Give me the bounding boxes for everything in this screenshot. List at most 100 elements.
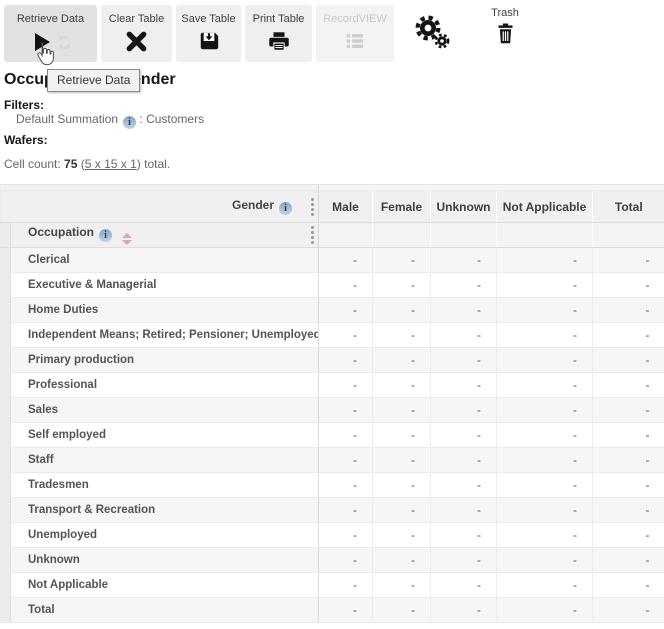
info-icon[interactable]: i — [99, 229, 112, 242]
data-cell[interactable]: - — [319, 273, 373, 298]
data-cell[interactable]: - — [319, 348, 373, 373]
data-cell[interactable]: - — [431, 273, 497, 298]
data-cell[interactable]: - — [373, 448, 431, 473]
row-header[interactable]: Unemployed — [11, 523, 319, 548]
data-cell[interactable]: - — [593, 398, 664, 423]
dimensions-link[interactable]: 5 x 15 x 1 — [85, 157, 137, 171]
data-cell[interactable]: - — [373, 248, 431, 273]
data-cell[interactable]: - — [593, 298, 664, 323]
data-cell[interactable]: - — [497, 448, 593, 473]
data-cell[interactable]: - — [497, 373, 593, 398]
data-cell[interactable]: - — [373, 398, 431, 423]
row-header[interactable]: Primary production — [11, 348, 319, 373]
data-cell[interactable]: - — [593, 348, 664, 373]
info-icon[interactable]: i — [279, 202, 292, 215]
data-cell[interactable]: - — [593, 573, 664, 598]
data-cell[interactable]: - — [373, 373, 431, 398]
print-table-button[interactable]: Print Table — [245, 5, 312, 62]
data-cell[interactable]: - — [431, 598, 497, 623]
row-header[interactable]: Home Duties — [11, 298, 319, 323]
row-header[interactable]: Not Applicable — [11, 573, 319, 598]
save-table-button[interactable]: Save Table — [176, 5, 241, 62]
data-cell[interactable]: - — [319, 523, 373, 548]
column-header[interactable]: Female — [373, 191, 431, 223]
data-cell[interactable]: - — [319, 598, 373, 623]
data-cell[interactable]: - — [431, 373, 497, 398]
row-header[interactable]: Clerical — [11, 248, 319, 273]
retrieve-data-button[interactable]: Retrieve Data — [4, 5, 97, 62]
data-cell[interactable]: - — [319, 498, 373, 523]
row-header[interactable]: Staff — [11, 448, 319, 473]
data-cell[interactable]: - — [497, 248, 593, 273]
data-cell[interactable]: - — [431, 248, 497, 273]
data-cell[interactable]: - — [319, 448, 373, 473]
data-cell[interactable]: - — [373, 423, 431, 448]
sort-icon[interactable] — [122, 233, 132, 245]
info-icon[interactable]: i — [123, 116, 136, 129]
data-cell[interactable]: - — [431, 423, 497, 448]
row-header[interactable]: Sales — [11, 398, 319, 423]
row-header[interactable]: Self employed — [11, 423, 319, 448]
data-cell[interactable]: - — [497, 298, 593, 323]
data-cell[interactable]: - — [593, 248, 664, 273]
data-cell[interactable]: - — [431, 473, 497, 498]
data-cell[interactable]: - — [497, 398, 593, 423]
data-cell[interactable]: - — [497, 523, 593, 548]
data-cell[interactable]: - — [431, 298, 497, 323]
data-cell[interactable]: - — [431, 398, 497, 423]
data-cell[interactable]: - — [497, 498, 593, 523]
row-header[interactable]: Executive & Managerial — [11, 273, 319, 298]
data-cell[interactable]: - — [373, 298, 431, 323]
data-cell[interactable]: - — [497, 598, 593, 623]
column-header[interactable]: Unknown — [431, 191, 497, 223]
data-cell[interactable]: - — [319, 548, 373, 573]
data-cell[interactable]: - — [497, 348, 593, 373]
recordview-button[interactable]: RecordVIEW — [316, 5, 394, 62]
data-cell[interactable]: - — [373, 598, 431, 623]
clear-table-button[interactable]: Clear Table — [101, 5, 172, 62]
data-cell[interactable]: - — [319, 248, 373, 273]
data-cell[interactable]: - — [593, 273, 664, 298]
data-cell[interactable]: - — [593, 373, 664, 398]
data-cell[interactable]: - — [319, 398, 373, 423]
data-cell[interactable]: - — [593, 548, 664, 573]
data-cell[interactable]: - — [497, 423, 593, 448]
data-cell[interactable]: - — [373, 348, 431, 373]
drag-handle-icon[interactable] — [311, 198, 314, 216]
data-cell[interactable]: - — [431, 498, 497, 523]
data-cell[interactable]: - — [373, 573, 431, 598]
data-cell[interactable]: - — [593, 323, 664, 348]
data-cell[interactable]: - — [319, 298, 373, 323]
data-cell[interactable]: - — [593, 498, 664, 523]
drag-handle-icon[interactable] — [311, 226, 314, 244]
data-cell[interactable]: - — [373, 523, 431, 548]
data-cell[interactable]: - — [319, 573, 373, 598]
row-dimension-header[interactable]: Occupationi — [11, 223, 319, 248]
data-cell[interactable]: - — [497, 323, 593, 348]
data-cell[interactable]: - — [373, 273, 431, 298]
data-cell[interactable]: - — [373, 498, 431, 523]
data-cell[interactable]: - — [373, 548, 431, 573]
data-cell[interactable]: - — [319, 373, 373, 398]
column-header[interactable]: Not Applicable — [497, 191, 593, 223]
row-header[interactable]: Total — [11, 598, 319, 623]
data-cell[interactable]: - — [593, 423, 664, 448]
row-header[interactable]: Transport & Recreation — [11, 498, 319, 523]
trash-button[interactable]: Trash — [483, 7, 527, 51]
row-header[interactable]: Independent Means; Retired; Pensioner; U… — [11, 323, 319, 348]
data-cell[interactable]: - — [431, 573, 497, 598]
data-cell[interactable]: - — [431, 323, 497, 348]
data-cell[interactable]: - — [593, 473, 664, 498]
data-cell[interactable]: - — [593, 523, 664, 548]
data-cell[interactable]: - — [431, 548, 497, 573]
data-cell[interactable]: - — [373, 473, 431, 498]
data-cell[interactable]: - — [593, 598, 664, 623]
data-cell[interactable]: - — [431, 523, 497, 548]
data-cell[interactable]: - — [319, 473, 373, 498]
data-cell[interactable]: - — [497, 548, 593, 573]
row-header[interactable]: Unknown — [11, 548, 319, 573]
data-cell[interactable]: - — [319, 323, 373, 348]
row-header[interactable]: Professional — [11, 373, 319, 398]
data-cell[interactable]: - — [497, 473, 593, 498]
row-header[interactable]: Tradesmen — [11, 473, 319, 498]
